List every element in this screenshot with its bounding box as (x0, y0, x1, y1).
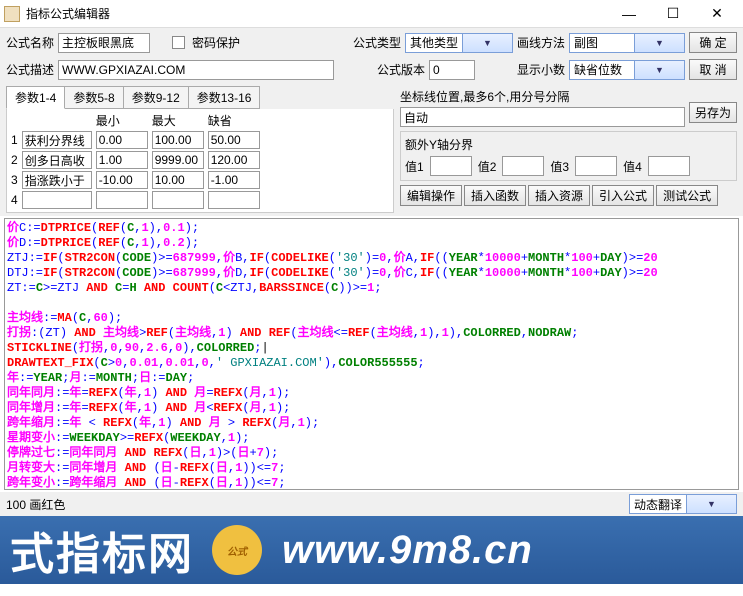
draw-method-label: 画线方法 (517, 34, 565, 51)
param-max-input[interactable] (152, 191, 204, 209)
formula-name-label: 公式名称 (6, 34, 54, 51)
param-max-input[interactable] (152, 151, 204, 169)
yaxis-v4-input[interactable] (648, 156, 690, 176)
formula-name-input[interactable] (58, 33, 150, 53)
param-name-input[interactable] (22, 131, 92, 149)
yaxis-v2-input[interactable] (502, 156, 544, 176)
saveas-button[interactable]: 另存为 (689, 102, 737, 123)
formula-type-label: 公式类型 (353, 34, 401, 51)
param-row: 3 (9, 170, 262, 190)
insert-res-button[interactable]: 插入资源 (528, 185, 590, 206)
coord-label: 坐标线位置,最多6个,用分号分隔 (400, 88, 685, 105)
param-max-input[interactable] (152, 171, 204, 189)
draw-method-select[interactable]: 副图▼ (569, 33, 685, 53)
decimal-label: 显示小数 (517, 61, 565, 78)
status-left: 100 画红色 (6, 496, 65, 513)
password-label: 密码保护 (192, 34, 240, 51)
tab-params-9-12[interactable]: 参数9-12 (123, 86, 189, 109)
param-min-input[interactable] (96, 131, 148, 149)
param-name-input[interactable] (22, 191, 92, 209)
tab-params-1-4[interactable]: 参数1-4 (6, 86, 65, 109)
param-def-input[interactable] (208, 191, 260, 209)
param-def-input[interactable] (208, 151, 260, 169)
watermark-banner: 式指标网 公式 www.9m8.cn (0, 516, 743, 584)
yaxis-v3-input[interactable] (575, 156, 617, 176)
import-formula-button[interactable]: 引入公式 (592, 185, 654, 206)
yaxis-label: 额外Y轴分界 (405, 136, 732, 153)
edit-op-button[interactable]: 编辑操作 (400, 185, 462, 206)
code-editor[interactable]: 价C:=DTPRICE(REF(C,1),0.1); 价D:=DTPRICE(R… (4, 218, 739, 490)
minimize-button[interactable]: — (607, 0, 651, 28)
param-def-input[interactable] (208, 131, 260, 149)
maximize-button[interactable]: ☐ (651, 0, 695, 28)
param-min-input[interactable] (96, 191, 148, 209)
formula-desc-label: 公式描述 (6, 61, 54, 78)
password-checkbox[interactable] (172, 36, 185, 49)
decimal-select[interactable]: 缺省位数▼ (569, 60, 685, 80)
seal-icon: 公式 (212, 525, 262, 575)
param-row: 2 (9, 150, 262, 170)
insert-fn-button[interactable]: 插入函数 (464, 185, 526, 206)
ok-button[interactable]: 确 定 (689, 32, 737, 53)
param-row: 1 (9, 130, 262, 150)
translate-select[interactable]: 动态翻译▼ (629, 494, 737, 514)
col-min: 最小 (94, 111, 150, 130)
tab-params-13-16[interactable]: 参数13-16 (188, 86, 261, 109)
yaxis-v1-input[interactable] (430, 156, 472, 176)
param-row: 4 (9, 190, 262, 210)
coord-input[interactable] (400, 107, 685, 127)
app-icon (4, 6, 20, 22)
tab-params-5-8[interactable]: 参数5-8 (64, 86, 123, 109)
param-name-input[interactable] (22, 151, 92, 169)
window-title: 指标公式编辑器 (26, 5, 607, 22)
close-button[interactable]: ✕ (695, 0, 739, 28)
formula-type-select[interactable]: 其他类型▼ (405, 33, 513, 53)
param-table: 最小 最大 缺省 1 2 (9, 111, 262, 210)
formula-version-label: 公式版本 (377, 61, 425, 78)
param-min-input[interactable] (96, 151, 148, 169)
formula-version-input[interactable] (429, 60, 475, 80)
col-def: 缺省 (206, 111, 262, 130)
col-max: 最大 (150, 111, 206, 130)
cancel-button[interactable]: 取 消 (689, 59, 737, 80)
param-min-input[interactable] (96, 171, 148, 189)
param-name-input[interactable] (22, 171, 92, 189)
formula-desc-input[interactable] (58, 60, 334, 80)
test-formula-button[interactable]: 测试公式 (656, 185, 718, 206)
param-max-input[interactable] (152, 131, 204, 149)
param-def-input[interactable] (208, 171, 260, 189)
